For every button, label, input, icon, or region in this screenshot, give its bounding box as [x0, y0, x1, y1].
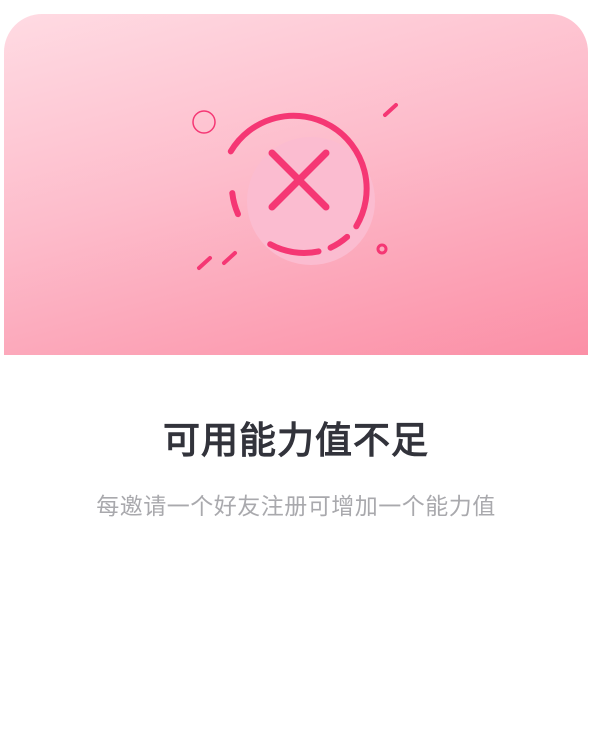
decor-dot: [376, 243, 388, 255]
dialog-title: 可用能力值不足: [163, 419, 429, 462]
error-x-icon: [192, 103, 398, 270]
insufficient-ability-dialog: 可用能力值不足 每邀请一个好友注册可增加一个能力值: [4, 14, 588, 730]
dialog-message: 每邀请一个好友注册可增加一个能力值: [96, 494, 496, 520]
dialog-header-illustration: [4, 14, 588, 355]
decor-circle-outline: [192, 110, 216, 134]
